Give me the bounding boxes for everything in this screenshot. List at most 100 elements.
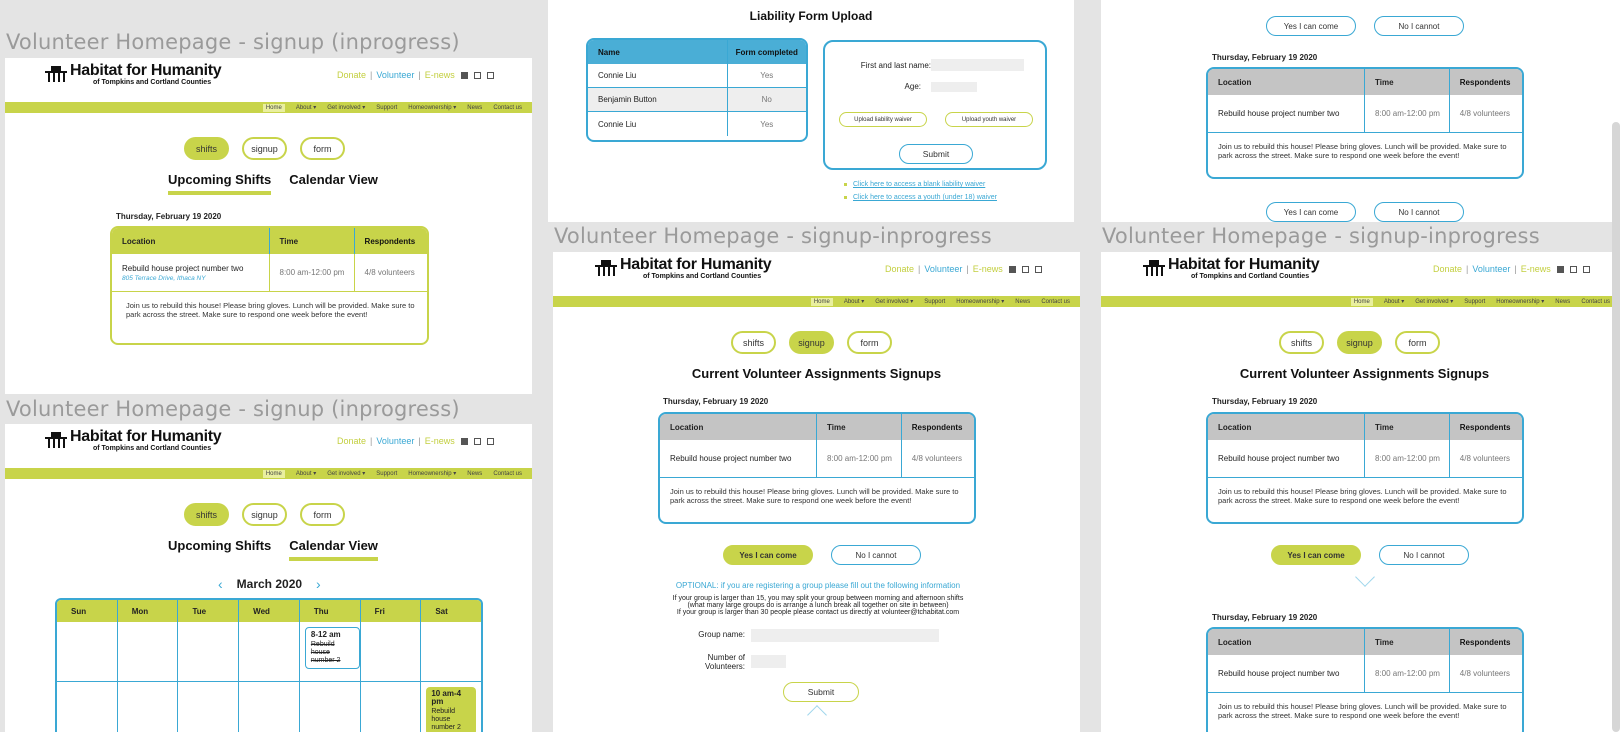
nav-get-involved[interactable]: Get involved ▾ (1415, 298, 1453, 305)
pill-form[interactable]: form (300, 137, 345, 160)
nav-about[interactable]: About ▾ (296, 104, 316, 111)
nav-news[interactable]: News (467, 105, 482, 111)
enews-link[interactable]: E-news (973, 264, 1003, 274)
twitter-icon[interactable] (1021, 265, 1029, 273)
nav-about[interactable]: About ▾ (296, 470, 316, 477)
logo[interactable]: Habitat for Humanity of Tompkins and Cort… (45, 429, 222, 453)
shift-card[interactable]: Location Time Respondents Rebuild house pr… (1206, 67, 1524, 179)
nav-support[interactable]: Support (1464, 299, 1485, 305)
facebook-icon[interactable] (1008, 265, 1016, 273)
donate-link[interactable]: Donate (1433, 264, 1462, 274)
upload-youth-button[interactable]: Upload youth waiver (945, 112, 1033, 127)
cal-cell[interactable] (421, 622, 481, 681)
tab-upcoming-shifts[interactable]: Upcoming Shifts (168, 172, 272, 195)
submit-button[interactable]: Submit (783, 682, 859, 702)
chevron-left-icon[interactable]: ‹ (218, 576, 223, 592)
canvas-scrollbar[interactable] (1612, 122, 1620, 732)
nav-contact[interactable]: Contact us (493, 105, 522, 111)
instagram-icon[interactable] (1034, 265, 1042, 273)
instagram-icon[interactable] (486, 71, 494, 79)
logo[interactable]: Habitat for Humanity of Tompkins and Cort… (1143, 257, 1320, 281)
chevron-up-icon[interactable] (807, 705, 827, 725)
age-input[interactable] (931, 82, 977, 92)
pill-shifts[interactable]: shifts (184, 503, 229, 526)
yes-button[interactable]: Yes I can come (723, 545, 813, 565)
nav-contact[interactable]: Contact us (1581, 299, 1610, 305)
yes-button[interactable]: Yes I can come (1266, 16, 1356, 36)
enews-link[interactable]: E-news (1521, 264, 1551, 274)
chevron-down-icon[interactable] (1355, 567, 1375, 587)
nav-contact[interactable]: Contact us (1041, 299, 1070, 305)
nav-support[interactable]: Support (376, 105, 397, 111)
pill-signup[interactable]: signup (1337, 331, 1382, 354)
instagram-icon[interactable] (486, 437, 494, 445)
nav-home[interactable]: Home (810, 297, 833, 306)
shift-address[interactable]: 805 Terrace Drive, Ithaca NY (122, 275, 206, 282)
cal-cell[interactable] (118, 622, 179, 681)
donate-link[interactable]: Donate (337, 70, 366, 80)
pill-form[interactable]: form (300, 503, 345, 526)
cal-event[interactable]: 10 am-4 pm Rebuild house number 2 (426, 687, 477, 732)
shift-card[interactable]: Location Time Respondents Rebuild house pr… (1206, 412, 1524, 524)
volunteer-link[interactable]: Volunteer (376, 70, 414, 80)
shift-card[interactable]: Location Time Respondents Rebuild house pr… (658, 412, 976, 524)
tab-calendar-view[interactable]: Calendar View (289, 172, 378, 195)
nav-support[interactable]: Support (924, 299, 945, 305)
nav-homeownership[interactable]: Homeownership ▾ (956, 298, 1004, 305)
cal-cell[interactable] (57, 622, 118, 681)
cal-cell[interactable] (118, 682, 179, 732)
blank-waiver-link[interactable]: Click here to access a blank liability w… (844, 181, 985, 188)
volunteer-link[interactable]: Volunteer (1472, 264, 1510, 274)
nav-homeownership[interactable]: Homeownership ▾ (1496, 298, 1544, 305)
shift-card[interactable]: Location Time Respondents Rebuild house pr… (1206, 627, 1524, 732)
twitter-icon[interactable] (473, 71, 481, 79)
nav-get-involved[interactable]: Get involved ▾ (875, 298, 913, 305)
nav-news[interactable]: News (467, 471, 482, 477)
facebook-icon[interactable] (460, 437, 468, 445)
first-last-input[interactable] (931, 59, 1024, 71)
tab-calendar-view[interactable]: Calendar View (289, 538, 378, 561)
pill-signup[interactable]: signup (242, 137, 287, 160)
nav-news[interactable]: News (1015, 299, 1030, 305)
cal-cell[interactable] (361, 622, 422, 681)
nav-news[interactable]: News (1555, 299, 1570, 305)
no-button[interactable]: No I cannot (1379, 545, 1469, 565)
logo[interactable]: Habitat for Humanity of Tompkins and Cort… (45, 63, 222, 87)
submit-button[interactable]: Submit (899, 144, 973, 164)
upload-liability-button[interactable]: Upload liability waiver (839, 112, 927, 127)
twitter-icon[interactable] (473, 437, 481, 445)
no-button[interactable]: No I cannot (1374, 202, 1464, 222)
num-volunteers-input[interactable] (751, 655, 786, 668)
group-name-input[interactable] (751, 629, 939, 642)
instagram-icon[interactable] (1582, 265, 1590, 273)
youth-waiver-link[interactable]: Click here to access a youth (under 18) … (844, 194, 997, 201)
cal-cell[interactable]: 8-12 am Rebuild house number 2 (300, 622, 361, 681)
nav-support[interactable]: Support (376, 471, 397, 477)
cal-cell[interactable]: 10 am-4 pm Rebuild house number 2 (421, 682, 481, 732)
nav-homeownership[interactable]: Homeownership ▾ (408, 104, 456, 111)
enews-link[interactable]: E-news (425, 70, 455, 80)
shift-card[interactable]: Location Time Respondents Rebuild house pr… (110, 226, 429, 345)
pill-signup[interactable]: signup (789, 331, 834, 354)
cal-cell[interactable] (239, 682, 300, 732)
enews-link[interactable]: E-news (425, 436, 455, 446)
cal-cell[interactable] (57, 682, 118, 732)
no-button[interactable]: No I cannot (1374, 16, 1464, 36)
volunteer-link[interactable]: Volunteer (924, 264, 962, 274)
cal-cell[interactable] (300, 682, 361, 732)
pill-form[interactable]: form (847, 331, 892, 354)
facebook-icon[interactable] (1556, 265, 1564, 273)
donate-link[interactable]: Donate (885, 264, 914, 274)
facebook-icon[interactable] (460, 71, 468, 79)
cal-cell[interactable] (178, 622, 240, 681)
yes-button[interactable]: Yes I can come (1271, 545, 1361, 565)
nav-homeownership[interactable]: Homeownership ▾ (408, 470, 456, 477)
pill-shifts[interactable]: shifts (731, 331, 776, 354)
nav-home[interactable]: Home (262, 469, 285, 478)
pill-shifts[interactable]: shifts (184, 137, 229, 160)
yes-button[interactable]: Yes I can come (1266, 202, 1356, 222)
tab-upcoming-shifts[interactable]: Upcoming Shifts (168, 538, 271, 561)
nav-about[interactable]: About ▾ (1384, 298, 1404, 305)
cal-cell[interactable] (361, 682, 422, 732)
logo[interactable]: Habitat for Humanity of Tompkins and Cort… (595, 257, 772, 281)
